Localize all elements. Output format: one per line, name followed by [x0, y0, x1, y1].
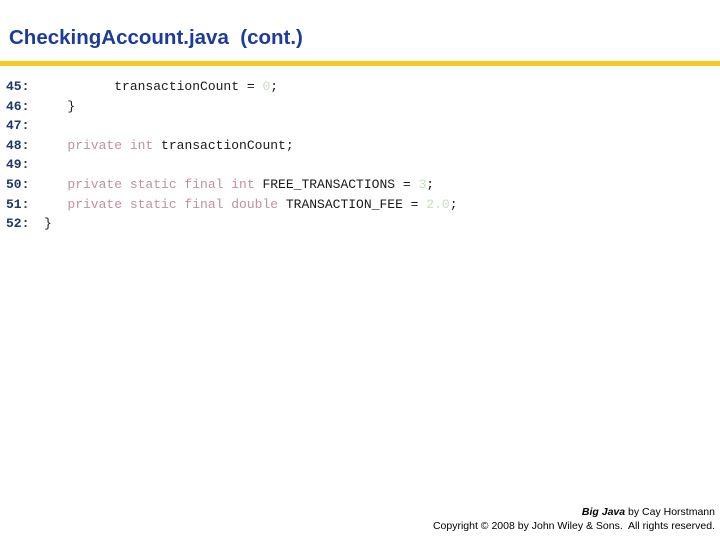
- code-line-number: 50:: [6, 176, 30, 192]
- footer-copyright: Copyright © 2008 by John Wiley & Sons. A…: [432, 520, 715, 532]
- code-line-text: transactionCount = 0;: [44, 79, 278, 94]
- footer-attribution: Big Java by Cay Horstmann: [433, 505, 715, 519]
- code-line: 51: private static final double TRANSACT…: [6, 195, 458, 215]
- footer-byline: by Cay Horstmann: [625, 506, 715, 518]
- code-token-plain: }: [44, 98, 76, 114]
- page-title: CheckingAccount.java (cont.): [9, 26, 303, 49]
- code-line: 46: }: [6, 97, 458, 117]
- code-token-plain: ;: [426, 176, 435, 192]
- code-line: 45: transactionCount = 0;: [6, 77, 458, 97]
- code-line-number: 47:: [6, 118, 30, 134]
- code-token-plain: Count =: [200, 79, 263, 94]
- title-divider-rule: [0, 61, 720, 66]
- code-listing: 45: transactionCount = 0; 46: } 47: 48: pri…: [6, 77, 458, 234]
- code-line: 52:}: [6, 214, 458, 234]
- code-line-text: private static final int FREE_TRANSACTIO…: [44, 177, 434, 192]
- code-token-kw: private static final double: [67, 196, 279, 212]
- code-token-kw: private static final int: [67, 176, 255, 192]
- code-token-plain: transactionCount;: [153, 137, 294, 153]
- code-line-text: }: [44, 99, 75, 114]
- code-token-kw: private int: [67, 137, 154, 153]
- code-token-num: 2.0: [426, 196, 450, 212]
- code-line-text: private int transactionCount;: [44, 137, 294, 153]
- code-line-text: }: [44, 216, 52, 231]
- code-line-number: 52:: [6, 216, 30, 232]
- code-token-plain: TRANSACTION_FEE =: [278, 196, 427, 212]
- code-line-number: 46:: [6, 98, 30, 114]
- code-token-plain: FREE_TRANSACTIONS =: [254, 176, 419, 192]
- footer: Big Java by Cay Horstmann Copyright © 20…: [433, 505, 715, 533]
- code-line: 50: private static final int FREE_TRANSA…: [6, 175, 458, 195]
- code-line-number: 51:: [6, 196, 30, 212]
- code-line: 49:: [6, 155, 458, 175]
- code-token-plain: transaction: [44, 79, 201, 94]
- code-token-plain: ;: [270, 79, 279, 94]
- code-line-number: 48:: [6, 137, 30, 153]
- code-line-text: private static final double TRANSACTION_…: [44, 196, 458, 212]
- slide-canvas: { "slide": { "title": "CheckingAccount.j…: [0, 0, 720, 540]
- code-line-number: 45:: [6, 79, 30, 94]
- code-line: 47:: [6, 116, 458, 136]
- code-line: 48: private int transactionCount;: [6, 136, 458, 156]
- footer-book-title: Big Java: [581, 506, 626, 518]
- code-token-plain: ;: [449, 196, 458, 212]
- code-line-number: 49:: [6, 157, 30, 173]
- code-token-plain: }: [44, 216, 52, 232]
